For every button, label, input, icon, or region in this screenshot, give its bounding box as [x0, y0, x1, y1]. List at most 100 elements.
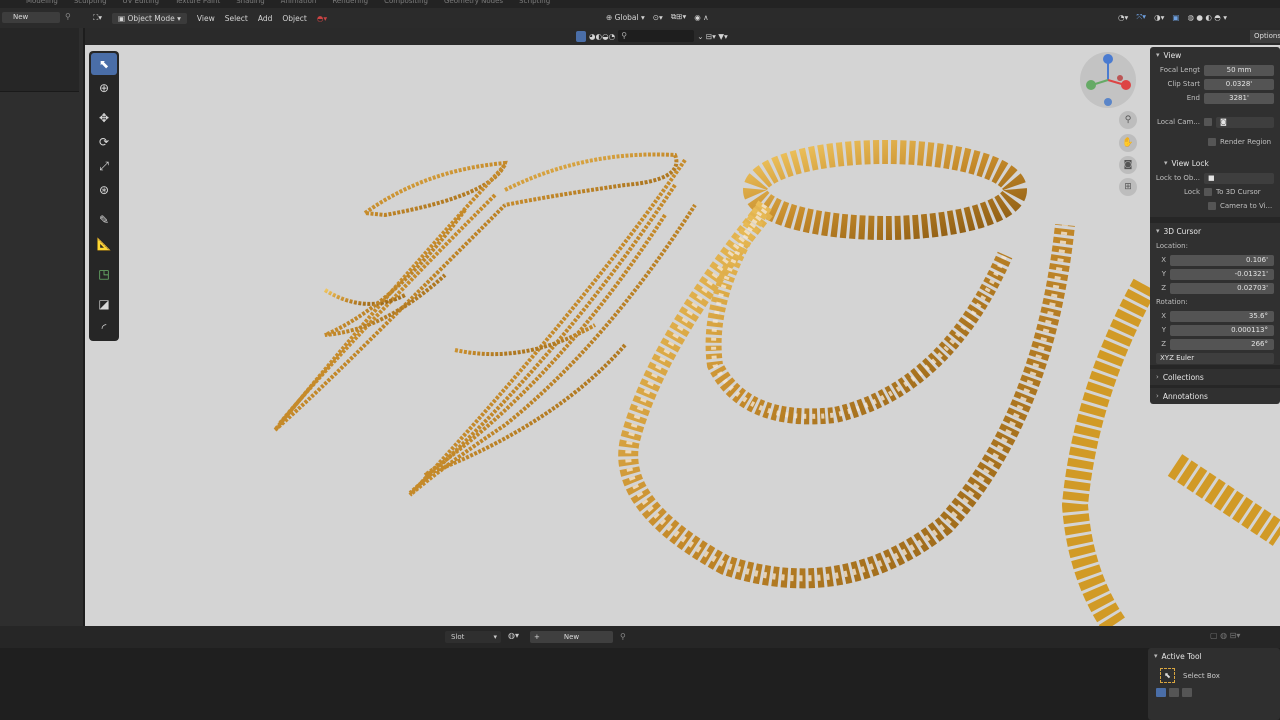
options-button[interactable]: Options [1250, 30, 1280, 43]
collections-header[interactable]: › Collections [1150, 369, 1280, 385]
workspace-tab[interactable]: Shading [228, 0, 272, 5]
render-region-row: Render Region [1150, 135, 1280, 149]
zoom-icon[interactable]: ⚲ [1119, 111, 1137, 129]
extend-mode-icon[interactable] [1169, 688, 1179, 697]
camera-to-view-row: Camera to Vi... [1150, 199, 1280, 213]
clip-end-row: End 3281' [1150, 91, 1280, 105]
measure-tool-icon[interactable]: 📐 [91, 233, 117, 255]
grid-icon[interactable]: ⊞ [1119, 178, 1137, 196]
cursor-x-field[interactable]: 0.106' [1170, 254, 1274, 266]
sort-icon[interactable]: ⌄ ⊟▾ ▼▾ [697, 32, 728, 41]
lock-to-object-field[interactable]: ■ [1204, 172, 1274, 184]
move-tool-icon[interactable]: ✥ [91, 107, 117, 129]
menu-object[interactable]: Object [282, 14, 306, 23]
active-tool-header[interactable]: ▾ Active Tool [1148, 648, 1280, 664]
pin-icon[interactable]: ⚲ [65, 12, 71, 21]
lock-to-object-row: Lock to Ob... ■ [1150, 171, 1280, 185]
gpencil-icon[interactable]: ◓▾ [317, 14, 327, 23]
snap-icon[interactable]: ⧉⊞▾ [671, 12, 686, 22]
3d-viewport[interactable]: ⚲ ✋ ◙ ⊞ [85, 45, 1280, 626]
proportional-icon[interactable]: ◉ ∧ [694, 13, 708, 22]
workspace-tabs: Modeling Sculpting UV Editing Texture Paint… [0, 0, 1280, 8]
view-section-header[interactable]: ▾ View [1150, 47, 1280, 63]
bottom-right-icons[interactable]: ▢ ◍ ⊟▾ [1210, 631, 1240, 640]
shading-icons[interactable]: ◍ ● ◐ ◓ ▾ [1187, 13, 1226, 22]
editor-type-icon[interactable]: ⛶▾ [93, 13, 102, 23]
location-label: Location: [1156, 242, 1188, 250]
local-camera-checkbox[interactable] [1204, 118, 1212, 126]
pan-hand-icon[interactable]: ✋ [1119, 134, 1137, 152]
cursor-ry-row: Y 0.000113° [1150, 323, 1280, 337]
workspace-tab[interactable]: Modeling [18, 0, 66, 5]
mode-icons[interactable]: ◕◐◒◔ [589, 32, 615, 41]
set-mode-icon[interactable] [1156, 688, 1166, 697]
rotation-mode-dropdown[interactable]: XYZ Euler [1156, 352, 1274, 364]
annotations-header[interactable]: › Annotations [1150, 388, 1280, 404]
cursor-rz-field[interactable]: 266° [1170, 338, 1274, 350]
cursor-x-row: X 0.106' [1150, 253, 1280, 267]
gizmo-icon[interactable]: ⤧▾ [1136, 12, 1146, 22]
workspace-tab[interactable]: Geometry Nodes [436, 0, 511, 5]
left-header: New ⚲ [0, 8, 83, 28]
clip-end-field[interactable]: 3281' [1204, 92, 1274, 104]
select-mode-icon[interactable] [576, 30, 586, 42]
workspace-tab[interactable]: Compositing [376, 0, 436, 5]
visibility-icon[interactable]: ◔▾ [1118, 13, 1128, 22]
rotation-mode-label: XYZ Euler [1160, 353, 1195, 362]
navigation-gizmo[interactable] [1080, 52, 1136, 108]
workspace-tab[interactable]: Animation [273, 0, 325, 5]
transform-tool-icon[interactable]: ⊛ [91, 179, 117, 201]
view-lock-header[interactable]: ▾ View Lock [1150, 155, 1280, 171]
pin-icon-bottom[interactable]: ⚲ [620, 632, 626, 641]
camera-icon[interactable]: ◙ [1119, 156, 1137, 174]
overlay-icon[interactable]: ◑▾ [1154, 13, 1164, 22]
local-camera-field[interactable]: ◙ [1216, 116, 1274, 128]
workspace-tab[interactable]: UV Editing [115, 0, 168, 5]
material-browse-icon[interactable]: ◍▾ [508, 631, 519, 640]
rotate-tool-icon[interactable]: ⟳ [91, 131, 117, 153]
camera-to-view-checkbox[interactable] [1208, 202, 1216, 210]
menu-view[interactable]: View [197, 14, 215, 23]
orientation-dropdown[interactable]: ⊕ Global ▾ [606, 13, 645, 22]
cursor-section-header[interactable]: ▾ 3D Cursor [1150, 223, 1280, 239]
new-button[interactable]: New [2, 12, 60, 23]
pivot-icon[interactable]: ⊙▾ [653, 13, 663, 22]
cursor-z-row: Z 0.02703' [1150, 281, 1280, 295]
workspace-tab[interactable]: Scripting [511, 0, 558, 5]
slot-dropdown[interactable]: Slot ▾ [445, 631, 501, 643]
cursor-ry-field[interactable]: 0.000113° [1170, 324, 1274, 336]
viewport-tool-header: ◕◐◒◔ ⚲ ⌄ ⊟▾ ▼▾ Options [85, 28, 1280, 45]
axis-gizmo-icon [1086, 54, 1131, 106]
add-cube-tool-icon[interactable]: ◳ [91, 263, 117, 285]
mode-dropdown[interactable]: ▣ Object Mode ▾ [112, 12, 187, 24]
rotation-label: Rotation: [1156, 298, 1188, 306]
workspace-tab[interactable]: Rendering [324, 0, 376, 5]
render-region-label: Render Region [1220, 138, 1272, 146]
clip-start-field[interactable]: 0.0328' [1204, 78, 1274, 90]
menu-select[interactable]: Select [225, 14, 248, 23]
select-box-icon[interactable]: ⬉ [1160, 668, 1175, 683]
xray-icon[interactable]: ▣ [1172, 13, 1179, 22]
render-region-checkbox[interactable] [1208, 138, 1216, 146]
annotate-tool-icon[interactable]: ✎ [91, 209, 117, 231]
cursor-section-title: 3D Cursor [1163, 226, 1202, 236]
workspace-tab[interactable]: Sculpting [66, 0, 115, 5]
workspace-tab[interactable]: Texture Paint [167, 0, 228, 5]
focal-length-field[interactable]: 50 mm [1204, 64, 1274, 76]
subtract-mode-icon[interactable] [1182, 688, 1192, 697]
cursor-z-field[interactable]: 0.02703' [1170, 282, 1274, 294]
scene-render [273, 140, 1280, 626]
cursor-tool-icon[interactable]: ⊕ [91, 77, 117, 99]
cursor-y-field[interactable]: -0.01321' [1170, 268, 1274, 280]
scale-tool-icon[interactable]: ⤢ [91, 155, 117, 177]
new-material-button[interactable]: + New [530, 631, 613, 643]
search-input[interactable]: ⚲ [618, 30, 695, 42]
extra-tool-icon[interactable]: ◪ [91, 293, 117, 315]
menu-add[interactable]: Add [258, 14, 273, 23]
select-box-tool-icon[interactable]: ⬉ [91, 53, 117, 75]
lock-cursor-checkbox[interactable] [1204, 188, 1212, 196]
cursor-rx-field[interactable]: 35.6° [1170, 310, 1274, 322]
local-camera-row: Local Cam... ◙ [1150, 115, 1280, 129]
focal-length-row: Focal Lengt 50 mm [1150, 63, 1280, 77]
bevel-tool-icon[interactable]: ◜ [91, 317, 117, 339]
